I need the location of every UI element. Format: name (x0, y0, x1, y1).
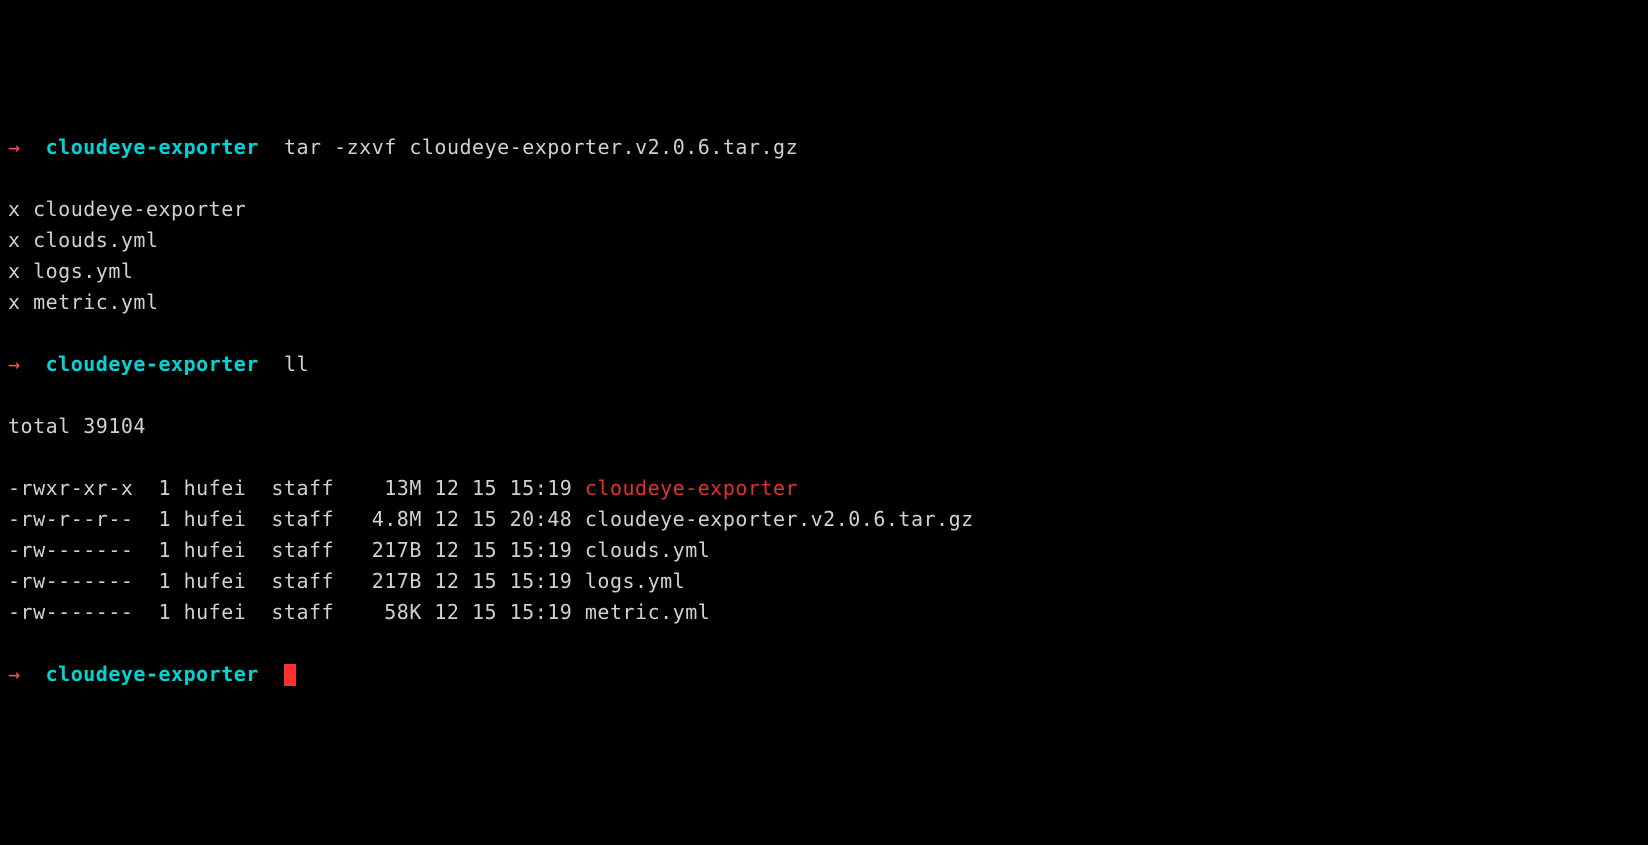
filename: cloudeye-exporter.v2.0.6.tar.gz (585, 507, 974, 531)
command-tar: tar -zxvf cloudeye-exporter.v2.0.6.tar.g… (284, 135, 798, 159)
prompt-line-2: → cloudeye-exporter ll (8, 349, 1648, 380)
ll-row: -rw-r--r-- 1 hufei staff 4.8M 12 15 20:4… (8, 504, 1648, 535)
extract-output-line: x metric.yml (8, 287, 1648, 318)
extract-output-line: x clouds.yml (8, 225, 1648, 256)
prompt-arrow-icon: → (8, 662, 21, 686)
filename: logs.yml (585, 569, 685, 593)
filename: clouds.yml (585, 538, 710, 562)
prompt-line-3[interactable]: → cloudeye-exporter (8, 659, 1648, 690)
ll-row: -rw------- 1 hufei staff 217B 12 15 15:1… (8, 566, 1648, 597)
filename-exec: cloudeye-exporter (585, 476, 798, 500)
ll-total: total 39104 (8, 411, 1648, 442)
extract-output-line: x cloudeye-exporter (8, 194, 1648, 225)
ll-row: -rwxr-xr-x 1 hufei staff 13M 12 15 15:19… (8, 473, 1648, 504)
ll-row: -rw------- 1 hufei staff 58K 12 15 15:19… (8, 597, 1648, 628)
prompt-dir: cloudeye-exporter (46, 352, 259, 376)
ll-row: -rw------- 1 hufei staff 217B 12 15 15:1… (8, 535, 1648, 566)
prompt-dir: cloudeye-exporter (46, 135, 259, 159)
filename: metric.yml (585, 600, 710, 624)
cursor[interactable] (284, 664, 296, 686)
prompt-arrow-icon: → (8, 352, 21, 376)
prompt-arrow-icon: → (8, 135, 21, 159)
extract-output-line: x logs.yml (8, 256, 1648, 287)
prompt-line-1: → cloudeye-exporter tar -zxvf cloudeye-e… (8, 132, 1648, 163)
command-ll: ll (284, 352, 309, 376)
prompt-dir: cloudeye-exporter (46, 662, 259, 686)
